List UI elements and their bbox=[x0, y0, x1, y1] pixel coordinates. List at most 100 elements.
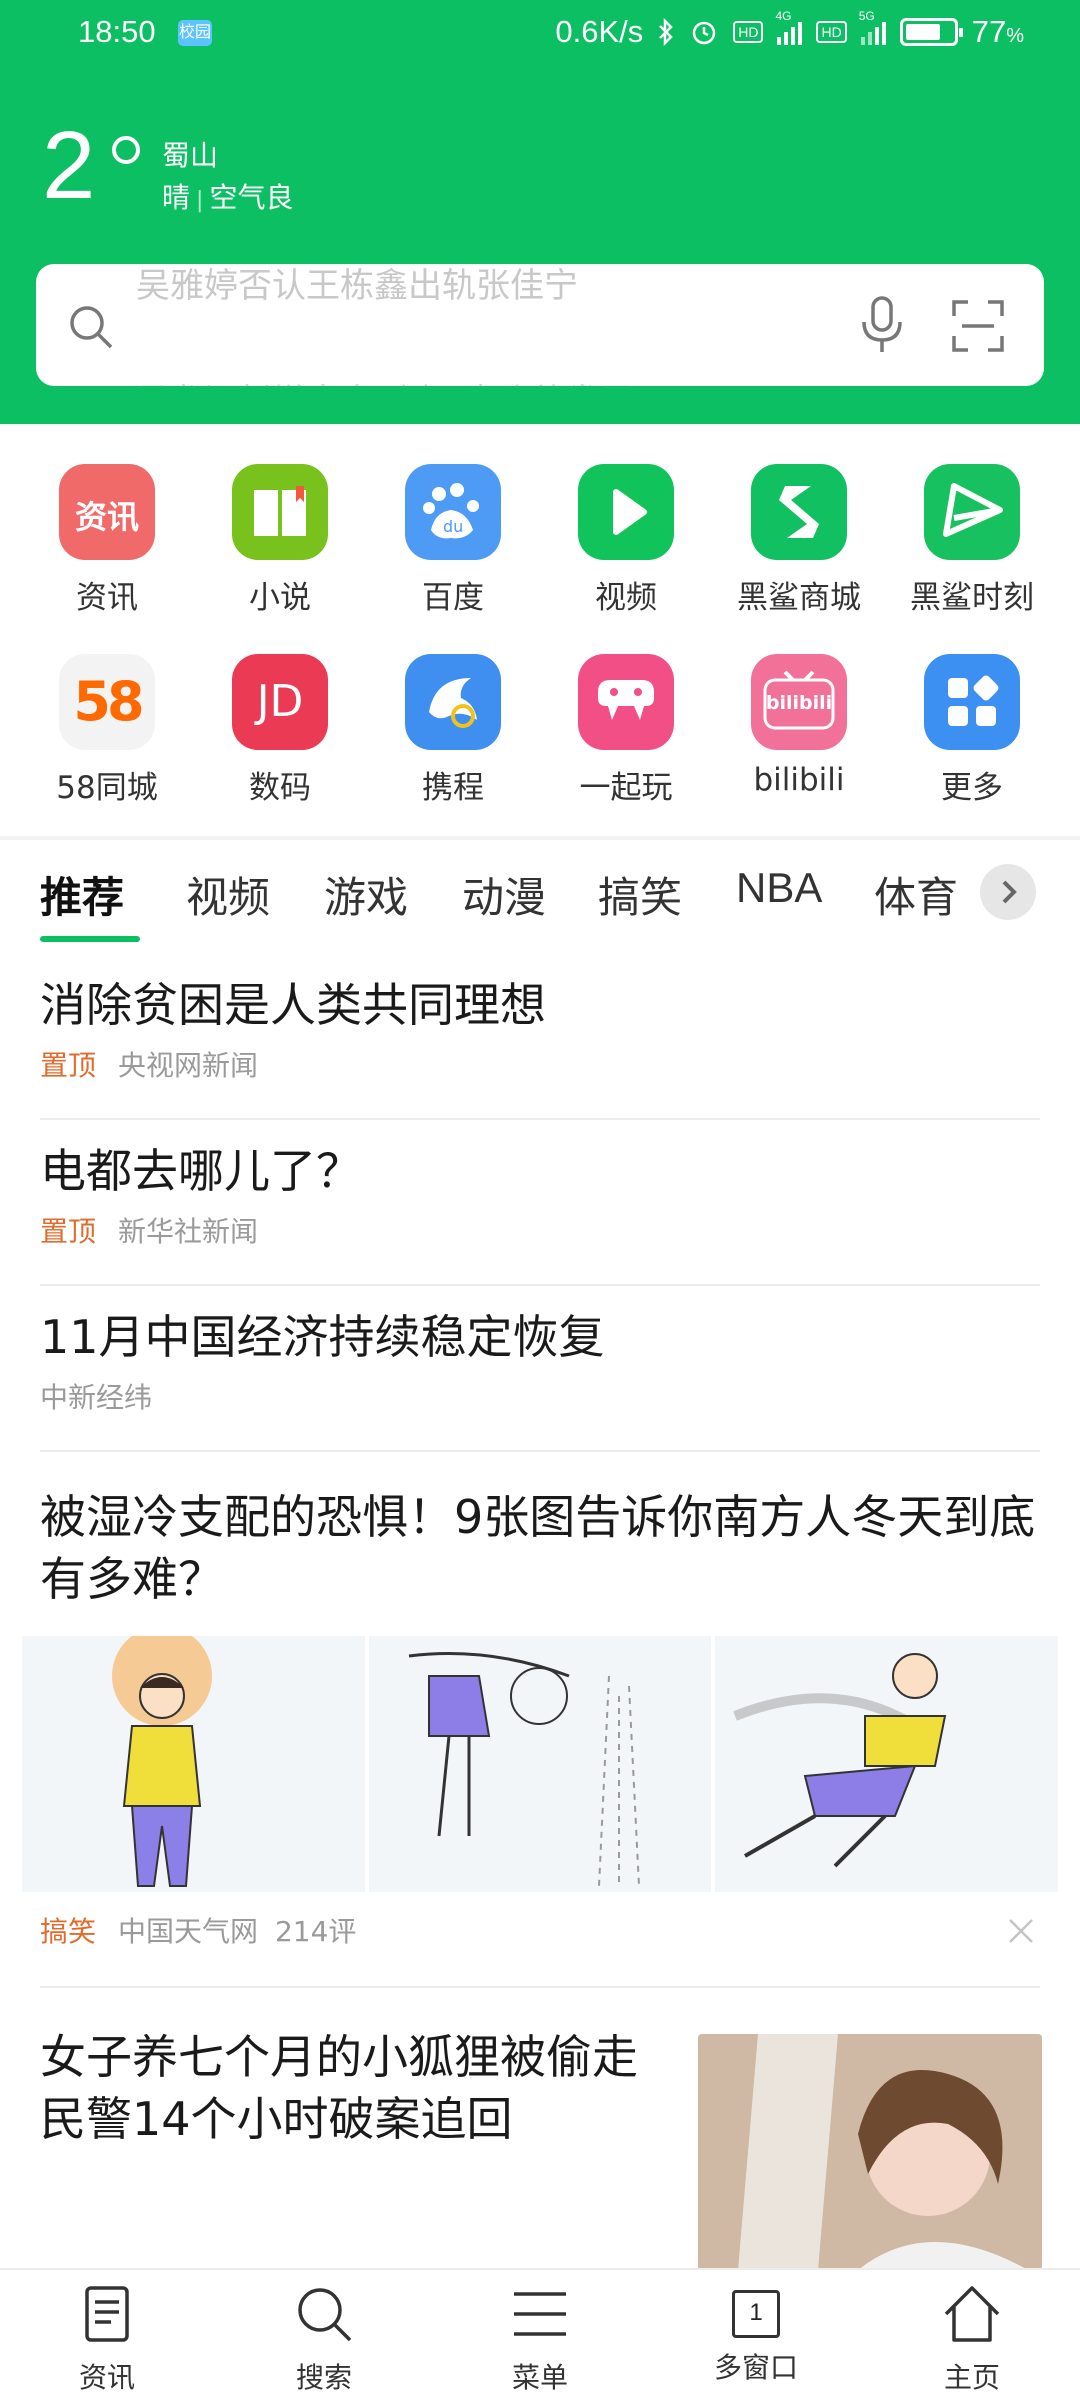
bottom-navigation: 资讯 搜索 菜单 1 多窗口 主页 bbox=[0, 2268, 1080, 2402]
status-bar: 18:50 校园 0.6K/s HD 4G HD 5G 77% bbox=[0, 0, 1080, 70]
news-title: 11月中国经济持续稳定恢复 bbox=[40, 1310, 605, 1364]
air-quality: 空气良 bbox=[209, 181, 294, 214]
weather-city[interactable]: 蜀山 bbox=[162, 134, 218, 174]
news-source: 中新经纬 bbox=[40, 1381, 153, 1414]
separator bbox=[40, 1450, 1040, 1452]
book-icon bbox=[232, 464, 328, 560]
app-blackshark-store[interactable]: 黑鲨商城 bbox=[719, 464, 879, 617]
bilibili-tv-icon: bilibili bbox=[751, 654, 847, 750]
search-bar[interactable]: 吴雅婷否认王栋鑫出轨张佳宁 黑龙江新增本土2例，大头待发展 bbox=[36, 264, 1044, 386]
news-thumbnail[interactable] bbox=[698, 2034, 1042, 2270]
microphone-icon[interactable] bbox=[852, 294, 912, 356]
net-speed: 0.6K/s bbox=[555, 14, 644, 49]
tab-nba[interactable]: NBA bbox=[736, 864, 822, 912]
blackshark-store-icon bbox=[751, 464, 847, 560]
news-source: 中国天气网 bbox=[118, 1915, 259, 1948]
tab-video[interactable]: 视频 bbox=[186, 864, 270, 925]
section-divider bbox=[0, 836, 1080, 840]
nav-search[interactable]: 搜索 bbox=[254, 2284, 394, 2396]
news-title: 被湿冷支配的恐惧！9张图告诉你南方人冬天到底有多难？ bbox=[40, 1490, 1036, 1606]
news-item[interactable]: 被湿冷支配的恐惧！9张图告诉你南方人冬天到底有多难？ bbox=[40, 1486, 1040, 1610]
news-item[interactable]: 电都去哪儿了？ 置顶 新华社新闻 bbox=[40, 1140, 1040, 1250]
app-video[interactable]: 视频 bbox=[546, 464, 706, 617]
app-novel[interactable]: 小说 bbox=[200, 464, 360, 617]
news-meta: 置顶 新华社新闻 bbox=[40, 1210, 1040, 1250]
tab-anime[interactable]: 动漫 bbox=[462, 864, 546, 925]
news-meta: 置顶 央视网新闻 bbox=[40, 1044, 1040, 1084]
status-time: 18:50 bbox=[78, 14, 156, 49]
news-meta-row: 搞笑 中国天气网 214评 bbox=[40, 1910, 1040, 1950]
campus-app-icon: 校园 bbox=[178, 20, 212, 46]
tab-recommend[interactable]: 推荐 bbox=[40, 864, 124, 925]
news-meta: 搞笑 中国天气网 214评 bbox=[40, 1910, 1040, 1950]
grid-more-icon bbox=[924, 654, 1020, 750]
comment-count: 214评 bbox=[274, 1915, 357, 1948]
header: 18:50 校园 0.6K/s HD 4G HD 5G 77% 2 蜀山 晴 | 空… bbox=[0, 0, 1080, 424]
search-icon bbox=[70, 306, 113, 349]
signal-5g-icon: 5G bbox=[859, 9, 886, 45]
app-play-together[interactable]: 一起玩 bbox=[546, 654, 706, 807]
signal-4g-icon: 4G bbox=[775, 9, 803, 45]
dolphin-icon bbox=[405, 654, 501, 750]
separator bbox=[40, 1284, 1040, 1286]
news-source: 新华社新闻 bbox=[118, 1215, 259, 1248]
svg-text:du: du bbox=[443, 517, 463, 536]
scan-icon[interactable] bbox=[952, 300, 1004, 352]
windows-icon: 1 bbox=[732, 2290, 780, 2338]
news-title: 女子养七个月的小狐狸被偷走 民警14个小时破案追回 bbox=[40, 2030, 638, 2146]
news-item[interactable]: 女子养七个月的小狐狸被偷走 民警14个小时破案追回 bbox=[40, 2026, 660, 2150]
news-app-icon: 资讯 bbox=[59, 464, 155, 560]
tabs-expand-button[interactable] bbox=[980, 864, 1036, 920]
jd-icon: JD bbox=[232, 654, 328, 750]
news-title: 消除贫困是人类共同理想 bbox=[40, 978, 546, 1032]
search-icon bbox=[298, 2288, 352, 2342]
battery-percent: 77% bbox=[971, 14, 1024, 49]
play-together-icon bbox=[578, 654, 674, 750]
app-bilibili[interactable]: bilibili bilibili bbox=[719, 654, 879, 798]
nav-menu[interactable]: 菜单 bbox=[470, 2284, 610, 2396]
nav-windows[interactable]: 1 多窗口 bbox=[686, 2284, 826, 2386]
app-more[interactable]: 更多 bbox=[892, 654, 1052, 807]
news-image bbox=[368, 1636, 712, 1892]
baidu-paw-icon: du bbox=[405, 464, 501, 560]
tab-funny[interactable]: 搞笑 bbox=[598, 864, 682, 925]
news-image bbox=[22, 1636, 365, 1892]
status-indicators: 0.6K/s HD 4G HD 5G 77% bbox=[555, 9, 1024, 50]
news-icon bbox=[85, 2286, 129, 2342]
paper-plane-icon bbox=[924, 464, 1020, 560]
news-item[interactable]: 消除贫困是人类共同理想 置顶 央视网新闻 bbox=[40, 974, 1040, 1084]
hd-badge-2: HD bbox=[816, 21, 847, 43]
tab-sports[interactable]: 体育 bbox=[874, 864, 958, 925]
app-digital[interactable]: JD 数码 bbox=[200, 654, 360, 807]
news-item[interactable]: 11月中国经济持续稳定恢复 中新经纬 bbox=[40, 1306, 1040, 1416]
close-icon[interactable] bbox=[1006, 1916, 1036, 1946]
58-logo-icon: 58 bbox=[59, 654, 155, 750]
separator bbox=[40, 1118, 1040, 1120]
battery-icon bbox=[899, 18, 963, 46]
tab-games[interactable]: 游戏 bbox=[324, 864, 408, 925]
news-meta: 中新经纬 bbox=[40, 1376, 1040, 1416]
search-hot-word-next: 黑龙江新增本土2例，大头待发展 bbox=[136, 374, 634, 386]
active-tab-indicator bbox=[40, 936, 140, 942]
category-tabs: 推荐 视频 游戏 动漫 搞笑 NBA 体育 bbox=[0, 850, 1080, 950]
weather-temperature[interactable]: 2 bbox=[42, 118, 95, 214]
app-news[interactable]: 资讯 资讯 bbox=[27, 464, 187, 617]
bluetooth-icon bbox=[659, 18, 674, 46]
app-58[interactable]: 58 58同城 bbox=[27, 654, 187, 807]
nav-home[interactable]: 主页 bbox=[902, 2284, 1042, 2396]
menu-icon bbox=[514, 2292, 566, 2336]
news-source: 央视网新闻 bbox=[118, 1049, 259, 1082]
pin-tag: 置顶 bbox=[40, 1215, 97, 1248]
news-image-strip[interactable] bbox=[22, 1636, 1059, 1892]
play-icon bbox=[578, 464, 674, 560]
app-ctrip[interactable]: 携程 bbox=[373, 654, 533, 807]
news-title: 电都去哪儿了？ bbox=[40, 1144, 362, 1198]
home-icon bbox=[944, 2286, 1000, 2342]
degree-icon bbox=[112, 136, 140, 164]
app-blackshark-moment[interactable]: 黑鲨时刻 bbox=[892, 464, 1052, 617]
news-image bbox=[715, 1636, 1059, 1892]
search-hot-word[interactable]: 吴雅婷否认王栋鑫出轨张佳宁 bbox=[136, 264, 578, 307]
nav-news[interactable]: 资讯 bbox=[37, 2284, 177, 2396]
alarm-icon bbox=[693, 21, 716, 45]
app-baidu[interactable]: du 百度 bbox=[373, 464, 533, 617]
